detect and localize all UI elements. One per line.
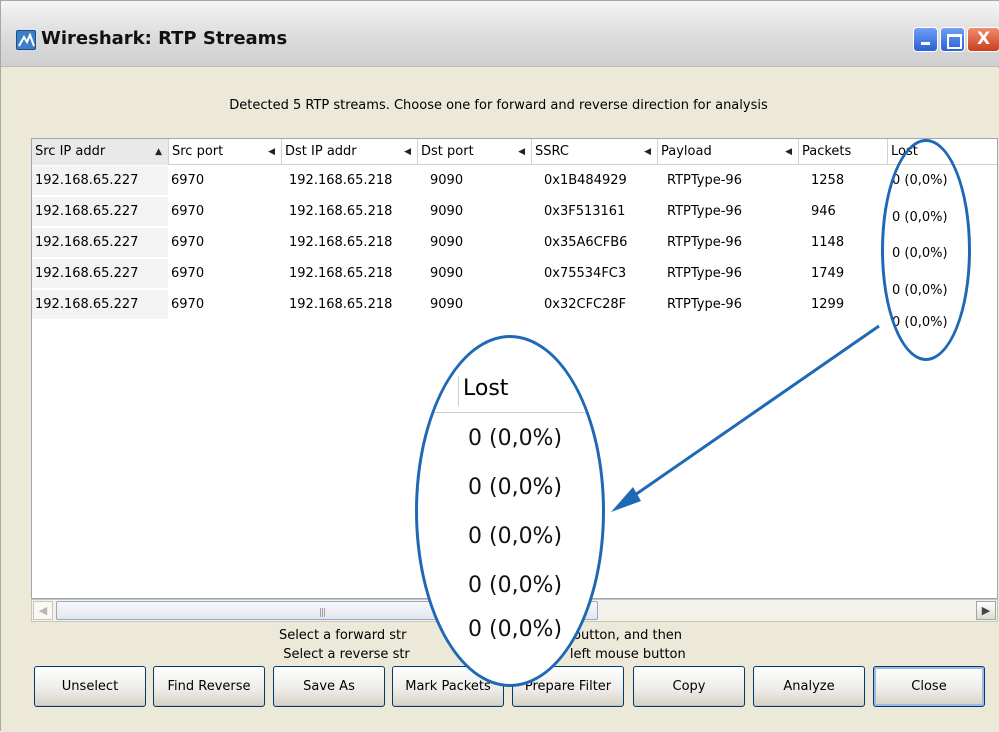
cell-src-ip: 192.168.65.227 — [32, 290, 168, 319]
cell-ssrc: 0x32CFC28F — [544, 297, 627, 312]
analyze-button[interactable]: Analyze — [753, 666, 865, 707]
table-row[interactable]: 192.168.65.227 6970 192.168.65.218 9090 … — [32, 228, 997, 257]
col-dst-port[interactable]: Dst port ◀ — [417, 139, 531, 165]
cell-dst-port: 9090 — [430, 173, 464, 188]
cell-packets: 1148 — [811, 235, 845, 250]
cell-payload: RTPType-96 — [667, 204, 742, 219]
cell-src-ip: 192.168.65.227 — [32, 228, 168, 257]
cell-payload: RTPType-96 — [667, 266, 742, 281]
cell-dst-ip: 192.168.65.218 — [289, 204, 393, 219]
title-bar[interactable]: Wireshark: RTP Streams X — [1, 1, 999, 67]
sort-left-icon: ◀ — [404, 147, 411, 157]
scroll-right-icon[interactable]: ▶ — [976, 601, 996, 620]
col-packets[interactable]: Packets — [798, 139, 887, 165]
cell-dst-port: 9090 — [430, 235, 464, 250]
cell-dst-port: 9090 — [430, 204, 464, 219]
table-header: Src IP addr ▲ Src port ◀ Dst IP addr ◀ Dst … — [32, 139, 997, 165]
col-payload[interactable]: Payload ◀ — [657, 139, 798, 165]
zoom-value: 0 (0,0%) — [468, 617, 563, 642]
find-reverse-button[interactable]: Find Reverse — [153, 666, 265, 707]
table-row[interactable]: 192.168.65.227 6970 192.168.65.218 9090 … — [32, 290, 997, 319]
col-dst-ip[interactable]: Dst IP addr ◀ — [281, 139, 417, 165]
zoom-value: 0 (0,0%) — [468, 426, 563, 451]
cell-src-ip: 192.168.65.227 — [32, 166, 168, 195]
cell-src-port: 6970 — [171, 297, 205, 312]
cell-payload: RTPType-96 — [667, 235, 742, 250]
cell-dst-ip: 192.168.65.218 — [289, 297, 393, 312]
cell-dst-ip: 192.168.65.218 — [289, 173, 393, 188]
col-src-port[interactable]: Src port ◀ — [168, 139, 281, 165]
cell-packets: 1299 — [811, 297, 845, 312]
cell-dst-port: 9090 — [430, 297, 464, 312]
cell-packets: 946 — [811, 204, 836, 219]
cell-ssrc: 0x75534FC3 — [544, 266, 627, 281]
zoom-column-divider — [458, 376, 459, 406]
cell-src-ip: 192.168.65.227 — [32, 259, 168, 288]
zoom-value: 0 (0,0%) — [468, 573, 563, 598]
cell-payload: RTPType-96 — [667, 297, 742, 312]
cell-ssrc: 0x1B484929 — [544, 173, 627, 188]
minimize-icon[interactable] — [913, 27, 938, 52]
instruction-2-right: left mouse button — [569, 647, 686, 662]
cell-src-port: 6970 — [171, 173, 205, 188]
cell-dst-ip: 192.168.65.218 — [289, 266, 393, 281]
headline-text: Detected 5 RTP streams. Choose one for f… — [229, 98, 768, 113]
sort-left-icon: ◀ — [644, 147, 651, 157]
copy-button[interactable]: Copy — [633, 666, 745, 707]
cell-dst-port: 9090 — [430, 266, 464, 281]
maximize-icon[interactable] — [940, 27, 965, 52]
cell-payload: RTPType-96 — [667, 173, 742, 188]
zoom-callout: Lost 0 (0,0%) 0 (0,0%) 0 (0,0%) 0 (0,0%)… — [415, 335, 605, 687]
table-row[interactable]: 192.168.65.227 6970 192.168.65.218 9090 … — [32, 166, 997, 195]
col-ssrc[interactable]: SSRC ◀ — [531, 139, 657, 165]
cell-src-ip: 192.168.65.227 — [32, 197, 168, 226]
close-button[interactable]: Close — [873, 666, 985, 707]
cell-ssrc: 0x35A6CFB6 — [544, 235, 628, 250]
sort-left-icon: ◀ — [785, 147, 792, 157]
cell-src-port: 6970 — [171, 266, 205, 281]
table-row[interactable]: 192.168.65.227 6970 192.168.65.218 9090 … — [32, 259, 997, 288]
table-row[interactable]: 192.168.65.227 6970 192.168.65.218 9090 … — [32, 197, 997, 226]
cell-ssrc: 0x3F513161 — [544, 204, 626, 219]
sort-left-icon: ◀ — [518, 147, 525, 157]
wireshark-icon — [16, 30, 36, 50]
cell-dst-ip: 192.168.65.218 — [289, 235, 393, 250]
detected-streams-label: Detected 5 RTP streams. Choose one for f… — [1, 98, 999, 113]
instruction-1-left: Select a forward str — [278, 628, 407, 643]
sort-left-icon: ◀ — [268, 147, 275, 157]
instruction-2-left: Select a reverse str — [283, 647, 410, 662]
cell-src-port: 6970 — [171, 204, 205, 219]
zoom-header-label: Lost — [463, 376, 509, 401]
unselect-button[interactable]: Unselect — [34, 666, 146, 707]
rtp-streams-window: Wireshark: RTP Streams X Detected 5 RTP … — [0, 0, 999, 732]
cell-src-port: 6970 — [171, 235, 205, 250]
window-title: Wireshark: RTP Streams — [41, 28, 288, 49]
lost-column-highlight — [881, 139, 971, 361]
cell-packets: 1749 — [811, 266, 845, 281]
save-as-button[interactable]: Save As — [273, 666, 385, 707]
zoom-value: 0 (0,0%) — [468, 524, 563, 549]
zoom-value: 0 (0,0%) — [468, 475, 563, 500]
grip-icon: ||| — [319, 608, 326, 618]
cell-packets: 1258 — [811, 173, 845, 188]
col-src-ip[interactable]: Src IP addr ▲ — [32, 139, 168, 165]
zoom-header: Lost — [418, 368, 602, 413]
scroll-left-icon[interactable]: ◀ — [33, 601, 53, 620]
sort-up-icon: ▲ — [155, 147, 162, 157]
close-icon[interactable]: X — [967, 27, 999, 52]
